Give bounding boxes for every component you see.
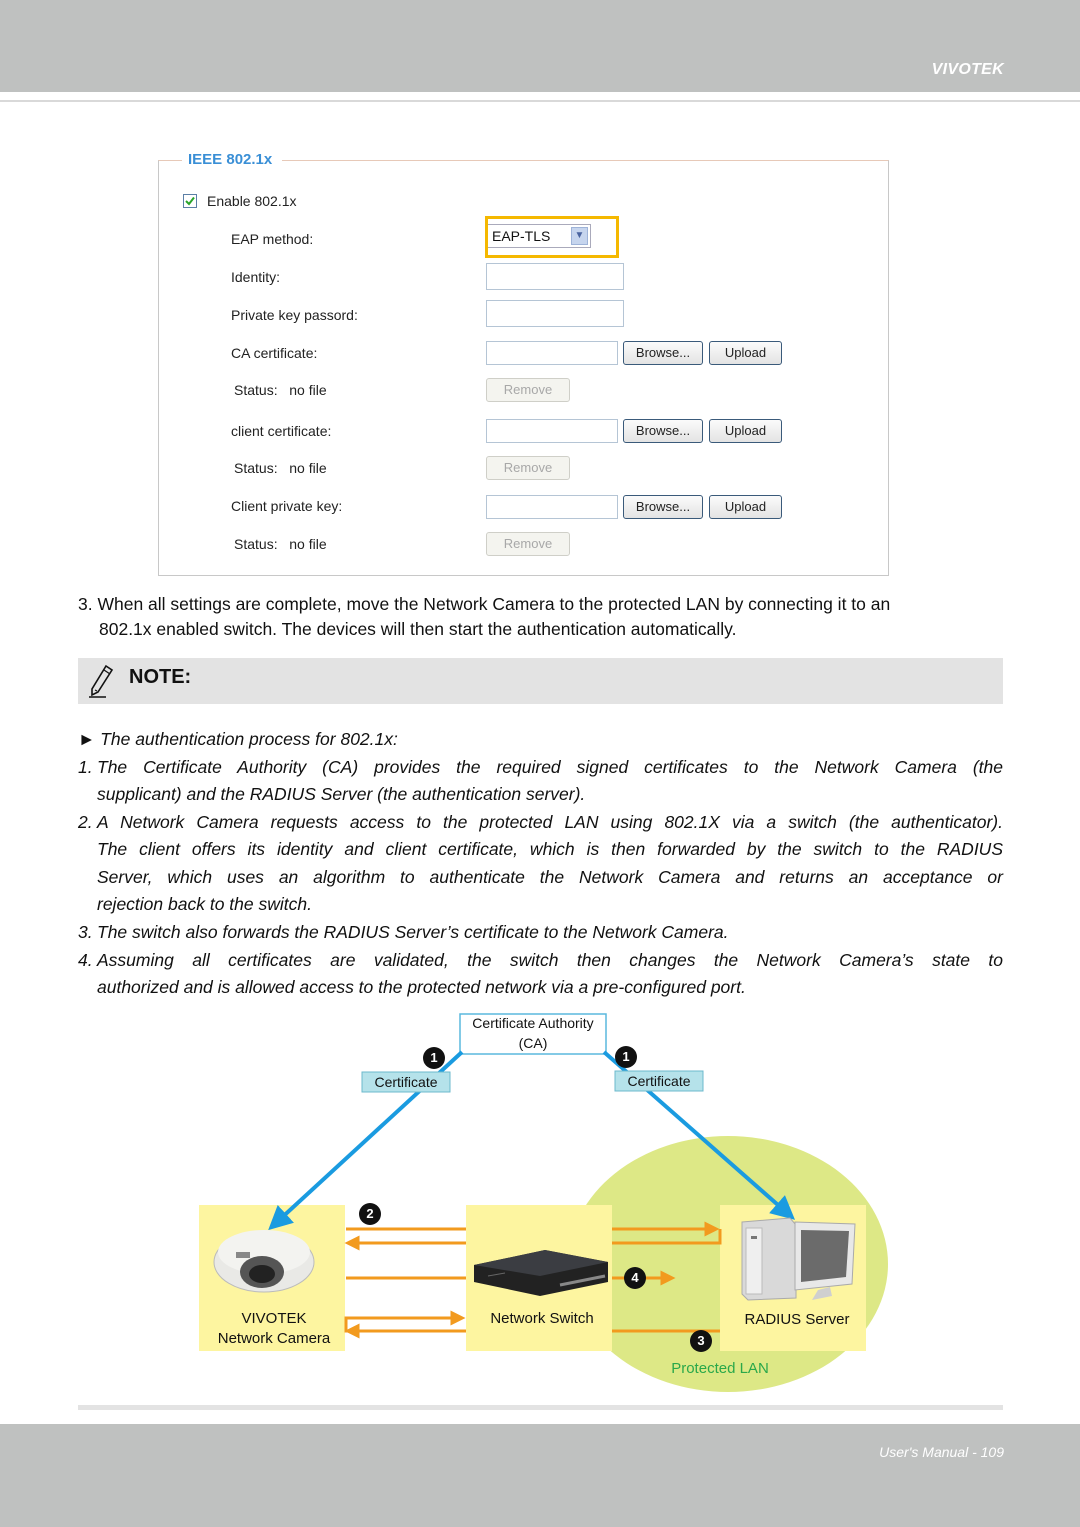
note-item-1-line2: supplicant) and the RADIUS Server (the a…: [97, 784, 586, 804]
page-footer: [0, 1424, 1080, 1527]
certificate-label-right: Certificate: [627, 1073, 691, 1089]
eap-method-label: EAP method:: [231, 231, 314, 247]
protected-lan-label: Protected LAN: [671, 1360, 769, 1377]
note-item-2-line1: A Network Camera requests access to the …: [97, 812, 1003, 832]
ca-certificate-remove-button[interactable]: Remove: [486, 378, 570, 402]
note-item-2-num: 2.: [78, 812, 93, 832]
fieldset-legend: IEEE 802.1x: [182, 151, 283, 168]
client-certificate-file-input[interactable]: [486, 419, 618, 443]
ca-certificate-label: CA certificate:: [231, 345, 318, 361]
client-private-key-upload-button[interactable]: Upload: [709, 495, 782, 519]
radius-label: RADIUS Server: [744, 1311, 850, 1328]
header-divider: [0, 100, 1080, 102]
step3-line2: 802.1x enabled switch. The devices will …: [99, 619, 737, 639]
page-number: User's Manual - 109: [879, 1444, 1004, 1460]
note-item-4-line2: authorized and is allowed access to the …: [97, 977, 746, 997]
status-value: no file: [289, 382, 327, 398]
pencil-icon: [89, 664, 114, 698]
step-badge-4-text: 4: [631, 1270, 639, 1285]
note-intro: ► The authentication process for 802.1x:: [78, 729, 398, 749]
client-private-key-browse-button[interactable]: Browse...: [623, 495, 703, 519]
brand-logo: VIVOTEK: [931, 61, 1004, 78]
private-key-password-input[interactable]: [486, 300, 624, 327]
step-badge-1-left-text: 1: [430, 1050, 438, 1065]
note-item-1-num: 1.: [78, 757, 93, 777]
switch-label: Network Switch: [490, 1310, 594, 1327]
client-certificate-label: client certificate:: [231, 423, 332, 439]
certificate-label-left: Certificate: [374, 1074, 438, 1090]
client-certificate-upload-button[interactable]: Upload: [709, 419, 782, 443]
client-private-key-label: Client private key:: [231, 498, 343, 514]
eap-method-highlight: [485, 216, 619, 258]
status-label: Status:: [234, 382, 278, 398]
note-title: NOTE:: [129, 666, 192, 688]
client-certificate-remove-button[interactable]: Remove: [486, 456, 570, 480]
step-badge-1-right-text: 1: [622, 1049, 630, 1064]
authentication-diagram: [199, 1013, 888, 1392]
network-camera-icon: [213, 1230, 315, 1293]
note-item-3-line1: The switch also forwards the RADIUS Serv…: [97, 922, 729, 942]
identity-input[interactable]: [486, 263, 624, 290]
status-value: no file: [289, 536, 327, 552]
step-badge-3-text: 3: [697, 1333, 705, 1348]
client-certificate-browse-button[interactable]: Browse...: [623, 419, 703, 443]
note-item-4-line1: Assuming all certificates are validated,…: [97, 950, 1003, 970]
ca-certificate-file-input[interactable]: [486, 341, 618, 365]
note-item-2-line4: rejection back to the switch.: [97, 894, 312, 914]
private-key-password-label: Private key passord:: [231, 307, 358, 323]
ca-status: Status: no file: [234, 382, 327, 398]
checkmark-icon: [185, 196, 195, 206]
status-value: no file: [289, 460, 327, 476]
client-cert-status: Status: no file: [234, 460, 327, 476]
enable-8021x-label: Enable 802.1x: [207, 193, 297, 209]
ca-certificate-upload-button[interactable]: Upload: [709, 341, 782, 365]
camera-label-line1: VIVOTEK: [241, 1310, 307, 1327]
step-badge-2-text: 2: [366, 1206, 374, 1221]
note-item-2-line2: The client offers its identity and clien…: [97, 839, 1003, 859]
note-item-4-num: 4.: [78, 950, 93, 970]
status-label: Status:: [234, 536, 278, 552]
step3-line1: 3. When all settings are complete, move …: [78, 594, 891, 614]
note-item-2-line3: Server, which uses an algorithm to authe…: [97, 867, 1003, 887]
enable-8021x-checkbox[interactable]: [183, 194, 197, 208]
ca-label-line2: (CA): [518, 1035, 548, 1051]
identity-label: Identity:: [231, 269, 281, 285]
ca-certificate-browse-button[interactable]: Browse...: [623, 341, 703, 365]
note-item-1-line1: The Certificate Authority (CA) provides …: [97, 757, 1003, 777]
note-item-3-num: 3.: [78, 922, 93, 942]
client-private-key-remove-button[interactable]: Remove: [486, 532, 570, 556]
client-key-status: Status: no file: [234, 536, 327, 552]
note-banner: [78, 658, 1003, 704]
ca-label-line1: Certificate Authority: [472, 1015, 594, 1031]
page-header: VIVOTEK: [0, 0, 1080, 92]
camera-label-line2: Network Camera: [217, 1330, 331, 1347]
client-private-key-file-input[interactable]: [486, 495, 618, 519]
status-label: Status:: [234, 460, 278, 476]
footer-divider: [78, 1405, 1003, 1410]
